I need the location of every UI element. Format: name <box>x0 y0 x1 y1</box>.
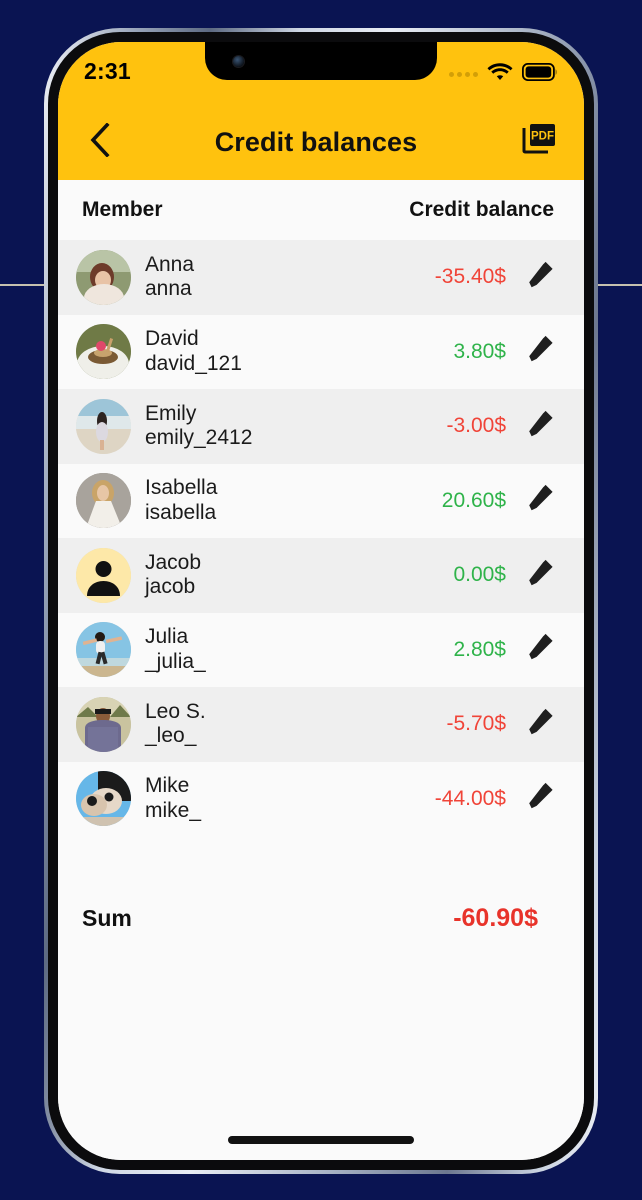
avatar <box>76 696 131 752</box>
avatar <box>76 324 131 380</box>
member-name: Isabella <box>145 476 218 500</box>
phone-frame: 2:31 Credit balances PDF Member Credit b… <box>44 28 598 1174</box>
member-names: Julia _julia_ <box>145 625 206 674</box>
member-name: Emily <box>145 401 197 425</box>
table-row[interactable]: Isabella isabella 20.60$ <box>58 463 584 538</box>
credit-balances-list: Member Credit balance Anna anna -35.40$ Da… <box>58 180 584 1160</box>
column-header-balance: Credit balance <box>409 198 554 221</box>
summary-value: -60.90$ <box>453 903 538 932</box>
member-name: David <box>145 327 199 351</box>
table-row[interactable]: Anna anna -35.40$ <box>58 240 584 315</box>
table-row[interactable]: Emily emily_2412 -3.00$ <box>58 389 584 464</box>
avatar <box>76 547 131 603</box>
pencil-icon <box>526 334 556 369</box>
member-name: Julia <box>145 625 189 649</box>
pencil-icon <box>526 260 556 295</box>
credit-balance-value: 3.80$ <box>453 339 506 363</box>
credit-balance-value: 0.00$ <box>453 563 506 587</box>
pencil-icon <box>526 781 556 816</box>
pdf-export-icon: PDF <box>520 121 558 164</box>
edit-balance-button[interactable] <box>520 554 562 596</box>
table-header: Member Credit balance <box>58 180 584 240</box>
summary-label: Sum <box>82 904 132 931</box>
status-time: 2:31 <box>84 58 131 84</box>
chevron-left-icon <box>89 121 111 162</box>
credit-balance-value: -3.00$ <box>446 414 506 438</box>
status-indicators <box>449 58 558 86</box>
member-username: isabella <box>145 500 217 524</box>
avatar <box>76 771 131 827</box>
display-notch <box>205 42 437 80</box>
avatar <box>76 473 131 529</box>
wifi-icon <box>487 62 513 86</box>
home-indicator[interactable] <box>228 1136 414 1144</box>
table-row[interactable]: David david_121 3.80$ <box>58 314 584 389</box>
pencil-icon <box>526 632 556 667</box>
phone-screen: 2:31 Credit balances PDF Member Credit b… <box>58 42 584 1160</box>
front-camera-icon <box>233 56 244 67</box>
edit-balance-button[interactable] <box>520 703 562 745</box>
member-names: Isabella isabella <box>145 476 217 525</box>
signal-dots-icon <box>449 71 478 77</box>
pencil-icon <box>526 483 556 518</box>
member-username: _leo_ <box>145 724 197 748</box>
member-names: Anna anna <box>145 253 194 302</box>
pencil-icon <box>526 707 556 742</box>
member-username: emily_2412 <box>145 426 253 450</box>
app-bar: Credit balances PDF <box>58 104 584 180</box>
svg-text:PDF: PDF <box>531 130 554 142</box>
avatar <box>76 622 131 678</box>
avatar <box>76 398 131 454</box>
column-header-member: Member <box>82 198 163 221</box>
credit-balance-value: -5.70$ <box>446 712 506 736</box>
member-rows: Anna anna -35.40$ David david_121 3.80$ Emil… <box>58 240 584 836</box>
edit-balance-button[interactable] <box>520 256 562 298</box>
credit-balance-value: 20.60$ <box>441 488 506 512</box>
member-names: Leo S. _leo_ <box>145 700 206 749</box>
member-names: Mike mike_ <box>145 774 201 823</box>
table-row[interactable]: Jacob jacob 0.00$ <box>58 538 584 613</box>
page-title: Credit balances <box>214 126 418 157</box>
member-name: Leo S. <box>145 699 206 723</box>
member-name: Anna <box>145 252 195 276</box>
member-names: Emily emily_2412 <box>145 402 252 451</box>
credit-balance-value: 2.80$ <box>453 637 506 661</box>
battery-full-icon <box>521 62 558 86</box>
member-names: David david_121 <box>145 327 242 376</box>
member-name: Mike <box>145 774 190 798</box>
table-row[interactable]: Mike mike_ -44.00$ <box>58 761 584 836</box>
summary-row: Sum -60.90$ <box>58 880 584 956</box>
member-username: mike_ <box>145 798 202 822</box>
member-username: anna <box>145 277 192 301</box>
credit-balance-value: -44.00$ <box>434 786 506 810</box>
member-username: jacob <box>145 575 196 599</box>
avatar <box>76 249 131 305</box>
edit-balance-button[interactable] <box>520 629 562 671</box>
edit-balance-button[interactable] <box>520 778 562 820</box>
pencil-icon <box>526 409 556 444</box>
member-names: Jacob jacob <box>145 551 201 600</box>
member-username: _julia_ <box>145 649 206 673</box>
phone-bezel: 2:31 Credit balances PDF Member Credit b… <box>48 32 594 1170</box>
member-name: Jacob <box>145 550 202 574</box>
export-pdf-button[interactable]: PDF <box>516 119 562 165</box>
edit-balance-button[interactable] <box>520 405 562 447</box>
table-row[interactable]: Julia _julia_ 2.80$ <box>58 612 584 687</box>
edit-balance-button[interactable] <box>520 480 562 522</box>
edit-balance-button[interactable] <box>520 331 562 373</box>
table-row[interactable]: Leo S. _leo_ -5.70$ <box>58 687 584 762</box>
member-username: david_121 <box>145 351 242 375</box>
credit-balance-value: -35.40$ <box>434 265 506 289</box>
pencil-icon <box>526 558 556 593</box>
